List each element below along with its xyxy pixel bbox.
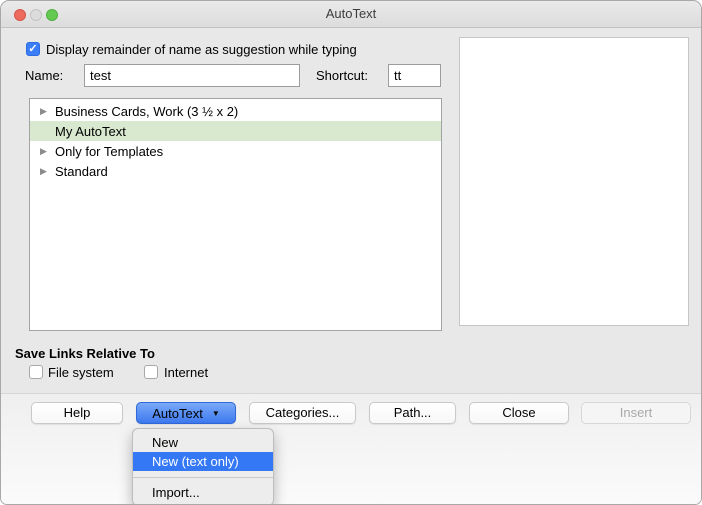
autotext-menu-button[interactable]: AutoText ▼ bbox=[136, 402, 236, 424]
suggestion-checkbox-label[interactable]: Display remainder of name as suggestion … bbox=[46, 42, 357, 57]
shortcut-input[interactable] bbox=[388, 64, 441, 87]
tree-item-only-for-templates[interactable]: ▶ Only for Templates bbox=[30, 141, 441, 161]
insert-button: Insert bbox=[581, 402, 691, 424]
expand-arrow-icon[interactable]: ▶ bbox=[40, 166, 55, 177]
tree-item-standard[interactable]: ▶ Standard bbox=[30, 161, 441, 181]
shortcut-label: Shortcut: bbox=[316, 68, 369, 83]
check-icon: ✓ bbox=[28, 43, 38, 55]
path-button[interactable]: Path... bbox=[369, 402, 456, 424]
file-system-checkbox[interactable] bbox=[29, 365, 43, 379]
autotext-dropdown-menu: New New (text only) Import... bbox=[132, 428, 274, 504]
categories-button[interactable]: Categories... bbox=[249, 402, 356, 424]
save-links-heading: Save Links Relative To bbox=[15, 346, 155, 361]
autotext-category-list: ▶ Business Cards, Work (3 ½ x 2) My Auto… bbox=[29, 98, 442, 331]
internet-label[interactable]: Internet bbox=[164, 365, 208, 380]
title-bar: AutoText bbox=[1, 1, 701, 28]
internet-checkbox[interactable] bbox=[144, 365, 158, 379]
autotext-dialog: AutoText ✓ Display remainder of name as … bbox=[0, 0, 702, 505]
preview-pane bbox=[459, 37, 689, 326]
help-button[interactable]: Help bbox=[31, 402, 123, 424]
tree-item-my-autotext[interactable]: My AutoText bbox=[30, 121, 441, 141]
tree-item-label: Only for Templates bbox=[55, 143, 164, 159]
menu-item-new-text-only[interactable]: New (text only) bbox=[133, 452, 273, 471]
autotext-button-label: AutoText bbox=[152, 405, 203, 421]
tree-item-label: Business Cards, Work (3 ½ x 2) bbox=[55, 103, 239, 119]
menu-item-new[interactable]: New bbox=[133, 433, 273, 452]
name-input[interactable] bbox=[84, 64, 300, 87]
name-label: Name: bbox=[25, 68, 64, 83]
menu-separator bbox=[133, 477, 273, 478]
close-button[interactable]: Close bbox=[469, 402, 569, 424]
tree-item-business-cards[interactable]: ▶ Business Cards, Work (3 ½ x 2) bbox=[30, 101, 441, 121]
expand-arrow-icon[interactable]: ▶ bbox=[40, 146, 55, 157]
file-system-label[interactable]: File system bbox=[48, 365, 114, 380]
tree-item-label: My AutoText bbox=[55, 123, 126, 139]
dropdown-arrow-icon: ▼ bbox=[211, 408, 220, 418]
suggestion-checkbox[interactable]: ✓ bbox=[26, 42, 40, 56]
window-title: AutoText bbox=[325, 6, 377, 21]
tree-item-label: Standard bbox=[55, 163, 108, 179]
expand-arrow-icon[interactable]: ▶ bbox=[40, 106, 55, 117]
menu-item-import[interactable]: Import... bbox=[133, 483, 273, 502]
